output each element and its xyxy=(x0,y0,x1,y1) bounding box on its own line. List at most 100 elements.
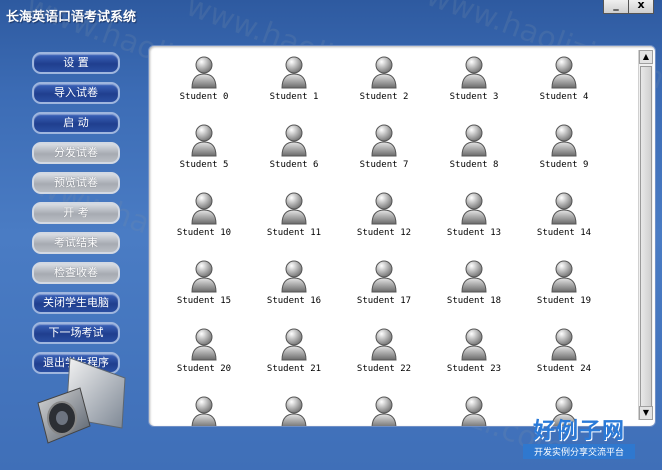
close-button[interactable]: x xyxy=(629,0,654,14)
scroll-up-arrow-icon[interactable]: ▲ xyxy=(639,50,653,64)
student-label: Student 4 xyxy=(539,92,589,102)
student-user-icon xyxy=(249,258,339,294)
student-item[interactable] xyxy=(249,394,339,426)
student-item[interactable]: Student 0 xyxy=(159,54,249,114)
student-user-icon xyxy=(429,54,519,90)
sidebar-button[interactable]: 下一场考试 xyxy=(32,322,120,344)
sidebar: 设 置导入试卷启 动分发试卷预览试卷开 考考试结束检查收卷关闭学生电脑 下一场考试… xyxy=(32,52,120,382)
student-user-icon xyxy=(339,326,429,362)
student-label: Student 6 xyxy=(269,160,319,170)
student-label: Student 21 xyxy=(266,364,322,374)
student-item[interactable]: Student 7 xyxy=(339,122,429,182)
window-controls: _ x xyxy=(603,0,654,14)
student-list-panel[interactable]: Student 0 Student 1 Student 2 Student 3 Stud… xyxy=(148,45,656,427)
student-item[interactable]: Student 6 xyxy=(249,122,339,182)
student-user-icon xyxy=(429,394,519,426)
student-item[interactable]: Student 11 xyxy=(249,190,339,250)
vertical-scrollbar[interactable]: ▲ ▼ xyxy=(638,50,653,420)
student-item[interactable] xyxy=(429,394,519,426)
sidebar-button[interactable]: 启 动 xyxy=(32,112,120,134)
window-title: 长海英语口语考试系统 xyxy=(6,10,137,25)
student-item[interactable]: Student 13 xyxy=(429,190,519,250)
sidebar-button[interactable]: 开 考 xyxy=(32,202,120,224)
student-item[interactable]: Student 18 xyxy=(429,258,519,318)
student-label: Student 8 xyxy=(449,160,499,170)
student-label: Student 13 xyxy=(446,228,502,238)
student-item[interactable]: Student 22 xyxy=(339,326,429,386)
student-label: Student 7 xyxy=(359,160,409,170)
scrollbar-thumb[interactable] xyxy=(640,66,652,408)
student-item[interactable]: Student 8 xyxy=(429,122,519,182)
student-item[interactable]: Student 15 xyxy=(159,258,249,318)
student-user-icon xyxy=(339,394,429,426)
sidebar-button[interactable]: 导入试卷 xyxy=(32,82,120,104)
student-label: Student 5 xyxy=(179,160,229,170)
student-item[interactable]: Student 12 xyxy=(339,190,429,250)
student-label: Student 11 xyxy=(266,228,322,238)
student-item[interactable]: Student 4 xyxy=(519,54,609,114)
student-user-icon xyxy=(249,122,339,158)
student-label: Student 1 xyxy=(269,92,319,102)
student-item[interactable]: Student 24 xyxy=(519,326,609,386)
student-label: Student 3 xyxy=(449,92,499,102)
student-item[interactable]: Student 17 xyxy=(339,258,429,318)
student-user-icon xyxy=(429,122,519,158)
student-label: Student 17 xyxy=(356,296,412,306)
student-user-icon xyxy=(339,258,429,294)
student-item[interactable]: Student 19 xyxy=(519,258,609,318)
student-item[interactable]: Student 14 xyxy=(519,190,609,250)
student-user-icon xyxy=(429,258,519,294)
student-label: Student 10 xyxy=(176,228,232,238)
student-user-icon xyxy=(519,258,609,294)
sidebar-button[interactable]: 检查收卷 xyxy=(32,262,120,284)
student-user-icon xyxy=(429,190,519,226)
student-label: Student 23 xyxy=(446,364,502,374)
student-item[interactable]: Student 16 xyxy=(249,258,339,318)
student-item[interactable]: Student 10 xyxy=(159,190,249,250)
student-item[interactable]: Student 2 xyxy=(339,54,429,114)
student-label: Student 20 xyxy=(176,364,232,374)
scroll-down-arrow-icon[interactable]: ▼ xyxy=(639,406,653,420)
student-user-icon xyxy=(159,394,249,426)
student-user-icon xyxy=(339,190,429,226)
student-user-icon xyxy=(519,190,609,226)
student-user-icon xyxy=(429,326,519,362)
speaker-logo-icon xyxy=(30,348,130,448)
student-item[interactable] xyxy=(159,394,249,426)
sidebar-button[interactable]: 关闭学生电脑 xyxy=(32,292,120,314)
sidebar-button[interactable]: 分发试卷 xyxy=(32,142,120,164)
student-user-icon xyxy=(519,326,609,362)
student-user-icon xyxy=(339,122,429,158)
brand-title: 好例子网 xyxy=(532,418,625,444)
student-item[interactable]: Student 23 xyxy=(429,326,519,386)
student-item[interactable]: Student 5 xyxy=(159,122,249,182)
student-user-icon xyxy=(249,326,339,362)
student-label: Student 22 xyxy=(356,364,412,374)
student-item[interactable]: Student 20 xyxy=(159,326,249,386)
student-user-icon xyxy=(339,54,429,90)
student-user-icon xyxy=(159,326,249,362)
student-item[interactable] xyxy=(339,394,429,426)
student-user-icon xyxy=(159,190,249,226)
minimize-button[interactable]: _ xyxy=(603,0,629,14)
student-item[interactable]: Student 21 xyxy=(249,326,339,386)
brand-logo: 好例子网 开发实例分享交流平台 xyxy=(523,418,635,459)
student-user-icon xyxy=(249,54,339,90)
student-item[interactable]: Student 3 xyxy=(429,54,519,114)
brand-subtitle: 开发实例分享交流平台 xyxy=(523,444,635,459)
sidebar-button[interactable]: 考试结束 xyxy=(32,232,120,254)
sidebar-button[interactable]: 预览试卷 xyxy=(32,172,120,194)
student-item[interactable]: Student 9 xyxy=(519,122,609,182)
student-label: Student 24 xyxy=(536,364,592,374)
sidebar-button[interactable]: 设 置 xyxy=(32,52,120,74)
student-label: Student 15 xyxy=(176,296,232,306)
student-user-icon xyxy=(159,54,249,90)
student-label: Student 16 xyxy=(266,296,322,306)
student-label: Student 0 xyxy=(179,92,229,102)
student-item[interactable]: Student 1 xyxy=(249,54,339,114)
student-label: Student 19 xyxy=(536,296,592,306)
student-user-icon xyxy=(159,122,249,158)
student-label: Student 9 xyxy=(539,160,589,170)
student-user-icon xyxy=(249,394,339,426)
student-label: Student 2 xyxy=(359,92,409,102)
